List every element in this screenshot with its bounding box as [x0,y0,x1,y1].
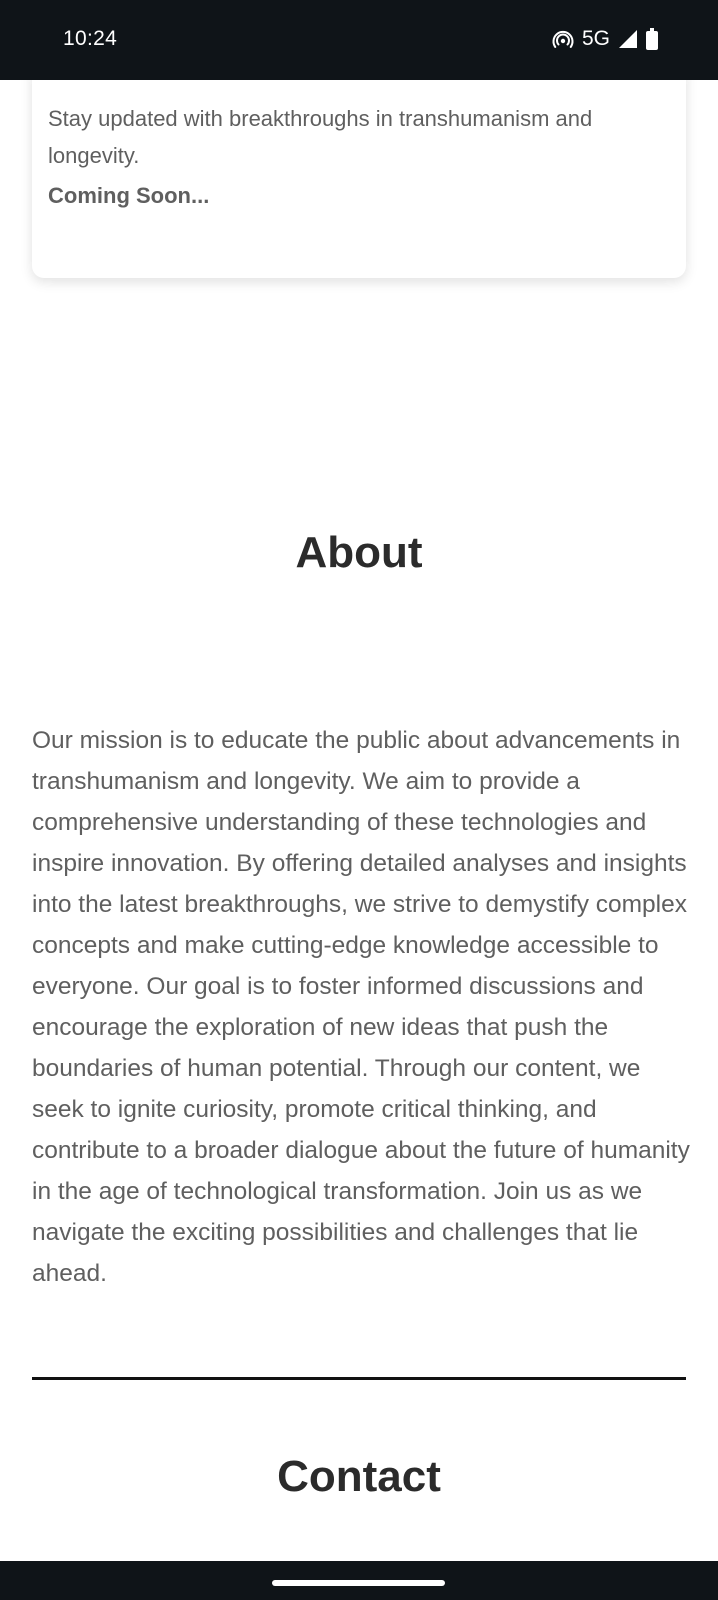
navigation-bar [0,1561,718,1600]
card-description: Stay updated with breakthroughs in trans… [48,106,593,168]
page-content[interactable]: Stay updated with breakthroughs in trans… [0,80,718,1561]
newsletter-card: Stay updated with breakthroughs in trans… [32,80,686,278]
status-bar: 10:24 5G [0,0,718,80]
card-status-label: Coming Soon... [48,183,210,208]
battery-icon [646,28,658,50]
home-gesture-handle[interactable] [272,1580,445,1586]
contact-heading: Contact [277,1452,441,1501]
network-type: 5G [581,27,610,50]
signal-icon [618,29,638,49]
about-heading: About [295,528,423,577]
about-paragraph: Our mission is to educate the public abo… [32,727,690,1287]
hotspot-icon [552,28,574,50]
status-icons: 5G [552,27,658,51]
section-divider [32,1377,686,1380]
status-time: 10:24 [63,27,118,50]
